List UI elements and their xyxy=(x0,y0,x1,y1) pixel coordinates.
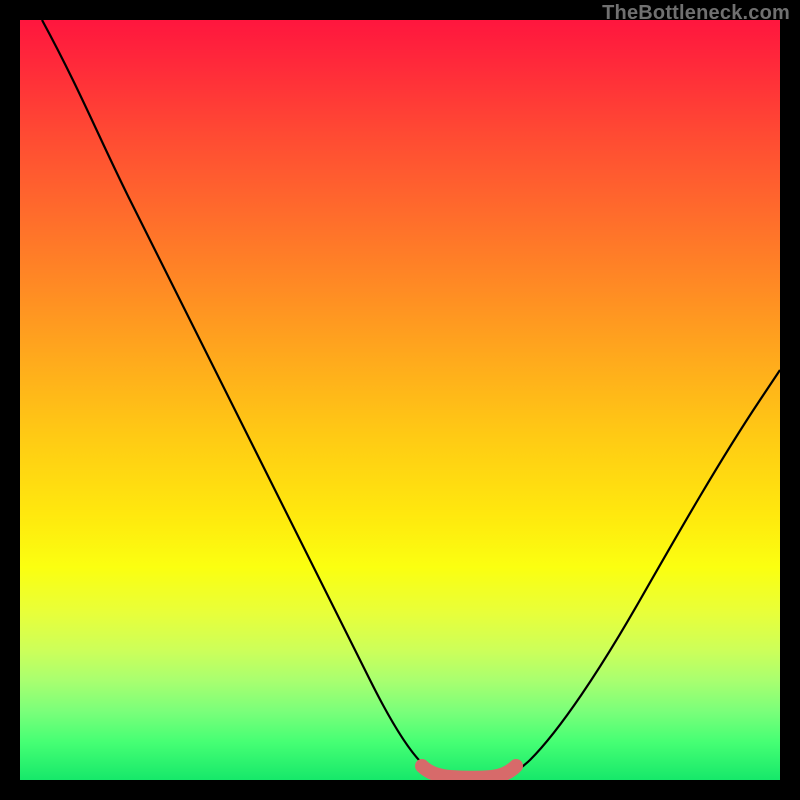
bottleneck-curve xyxy=(42,20,780,778)
chart-frame: TheBottleneck.com xyxy=(0,0,800,800)
plot-area xyxy=(20,20,780,780)
curve-layer xyxy=(20,20,780,780)
optimal-zone-highlight xyxy=(422,766,516,778)
watermark-text: TheBottleneck.com xyxy=(602,2,790,25)
